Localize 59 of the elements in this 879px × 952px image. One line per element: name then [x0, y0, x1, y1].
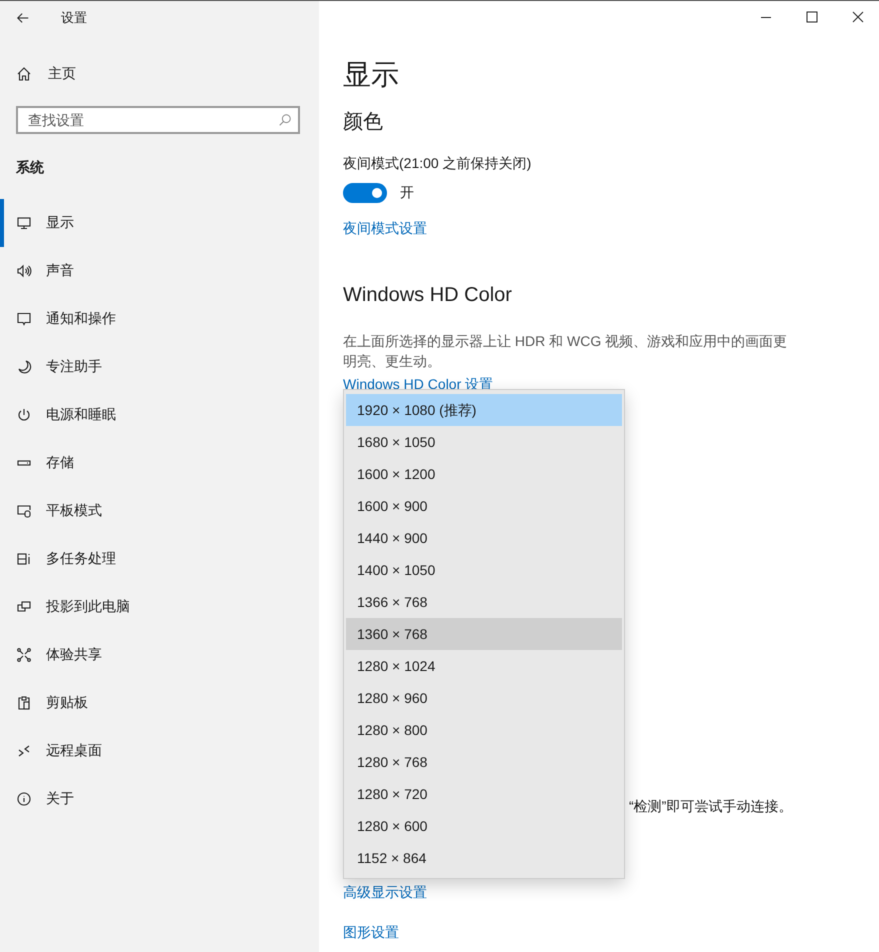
toggle-state: 开 [400, 184, 414, 202]
nav-item[interactable]: 远程桌面 [0, 727, 319, 775]
home-icon [16, 66, 32, 82]
dropdown-option[interactable]: 1280 × 800 [346, 714, 622, 746]
section-heading: Windows HD Color [343, 284, 512, 307]
settings-link[interactable]: 夜间模式设置 [343, 220, 427, 238]
dropdown-option[interactable]: 1400 × 1050 [346, 554, 622, 586]
clipboard-icon [16, 695, 32, 711]
search-icon [278, 113, 292, 127]
share-icon [16, 647, 32, 663]
dropdown-option[interactable]: 1280 × 768 [346, 746, 622, 778]
dropdown-option[interactable]: 1360 × 768 [346, 618, 622, 650]
section-heading: 颜色 [343, 110, 383, 135]
nav-item[interactable]: 投影到此电脑 [0, 583, 319, 631]
power-icon [16, 407, 32, 423]
nav-item[interactable]: 通知和操作 [0, 295, 319, 343]
home-nav-item[interactable]: 主页 [0, 54, 319, 94]
search-field[interactable]: 查找设置 [16, 106, 300, 134]
dropdown-option[interactable]: 1440 × 900 [346, 522, 622, 554]
back-arrow-icon[interactable] [16, 11, 30, 25]
nav-item[interactable]: 显示 [0, 199, 319, 247]
nav-item[interactable]: 电源和睡眠 [0, 391, 319, 439]
nav-item[interactable]: 平板模式 [0, 487, 319, 535]
setting-label: 夜间模式(21:00 之前保持关闭) [343, 155, 532, 173]
multitask-icon [16, 551, 32, 567]
dropdown-option[interactable]: 1280 × 720 [346, 778, 622, 810]
description-text: 在上面所选择的显示器上让 HDR 和 WCG 视频、游戏和应用中的画面更明亮、更生动。 [343, 332, 788, 371]
nav-item[interactable]: 专注助手 [0, 343, 319, 391]
moon-icon [16, 359, 32, 375]
speaker-icon [16, 263, 32, 279]
dropdown-option[interactable]: 1280 × 1024 [346, 650, 622, 682]
remote-desktop-icon [16, 743, 32, 759]
dropdown-option[interactable]: 1280 × 960 [346, 682, 622, 714]
nav-item[interactable]: 多任务处理 [0, 535, 319, 583]
dropdown-option[interactable]: 1600 × 1200 [346, 458, 622, 490]
section-heading: 系统 [15, 159, 45, 177]
dropdown-option[interactable]: 1680 × 1050 [346, 426, 622, 458]
info-icon [16, 791, 32, 807]
dropdown-option[interactable]: 1600 × 900 [346, 490, 622, 522]
dropdown-option[interactable]: 1280 × 600 [346, 810, 622, 842]
dropdown-option[interactable]: 1152 × 864 [346, 842, 622, 874]
hint-text: “检测”即可尝试手动连接。 [629, 798, 792, 814]
nav-item[interactable]: 存储 [0, 439, 319, 487]
nav-item[interactable]: 剪贴板 [0, 679, 319, 727]
close-icon[interactable] [852, 11, 864, 23]
tablet-icon [16, 503, 32, 519]
nav-item[interactable]: 体验共享 [0, 631, 319, 679]
nav-item[interactable]: 关于 [0, 775, 319, 823]
settings-link[interactable]: 高级显示设置 [343, 884, 427, 902]
page-title: 显示 [343, 58, 399, 92]
settings-link[interactable]: 图形设置 [343, 924, 399, 942]
message-icon [16, 311, 32, 327]
toggle-switch[interactable] [343, 183, 387, 203]
monitor-icon [16, 215, 32, 231]
maximize-icon[interactable] [806, 11, 818, 23]
window-title: 设置 [61, 9, 87, 27]
dropdown-option[interactable]: 1920 × 1080 (推荐) [346, 394, 622, 426]
dropdown-option[interactable]: 1366 × 768 [346, 586, 622, 618]
nav-item[interactable]: 声音 [0, 247, 319, 295]
